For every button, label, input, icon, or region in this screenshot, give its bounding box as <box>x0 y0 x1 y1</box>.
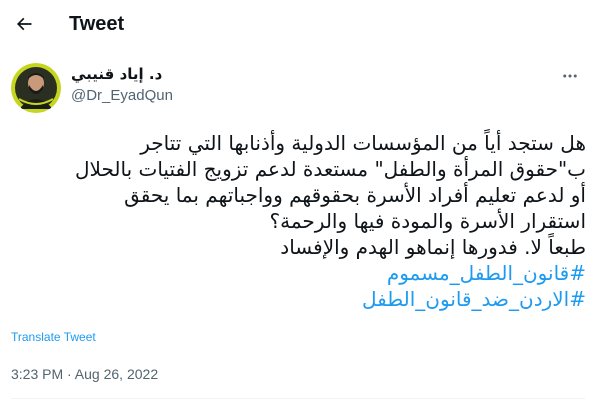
author-name[interactable]: د. إياد قنيبي <box>71 65 162 83</box>
divider <box>11 398 585 399</box>
tweet-line: هل ستجد أياً من المؤسسات الدولية وأذنابه… <box>140 131 586 155</box>
tweet-line: أو لدعم تعليم أفراد الأسرة بحقوقهم وواجب… <box>124 183 586 207</box>
avatar[interactable] <box>11 63 61 113</box>
tweet-timestamp[interactable]: 3:23 PM · Aug 26, 2022 <box>11 366 158 382</box>
tweet-header: Tweet <box>0 0 596 53</box>
tweet-line: استقرار الأسرة والمودة فيها والرحمة؟ <box>269 209 586 233</box>
profile-photo <box>11 63 61 113</box>
more-dots-icon <box>563 74 577 78</box>
arrow-left-icon <box>16 17 32 31</box>
author-handle[interactable]: @Dr_EyadQun <box>71 87 173 104</box>
hashtag-link[interactable]: #الاردن_ضد_قانون_الطفل <box>14 286 586 312</box>
page-title: Tweet <box>69 13 125 35</box>
tweet-body: هل ستجد أياً من المؤسسات الدولية وأذنابه… <box>14 130 586 312</box>
back-button[interactable] <box>6 6 42 42</box>
hashtag-link[interactable]: #قانون_الطفل_مسموم <box>14 260 586 286</box>
tweet-line: طبعاً لا. فدورها إنماهو الهدم والإفساد <box>280 235 586 259</box>
tweet-line: ب"حقوق المرأة والطفل" مستعدة لدعم تزويج … <box>75 157 586 181</box>
translate-tweet-link[interactable]: Translate Tweet <box>11 330 96 344</box>
more-button[interactable] <box>560 66 580 86</box>
